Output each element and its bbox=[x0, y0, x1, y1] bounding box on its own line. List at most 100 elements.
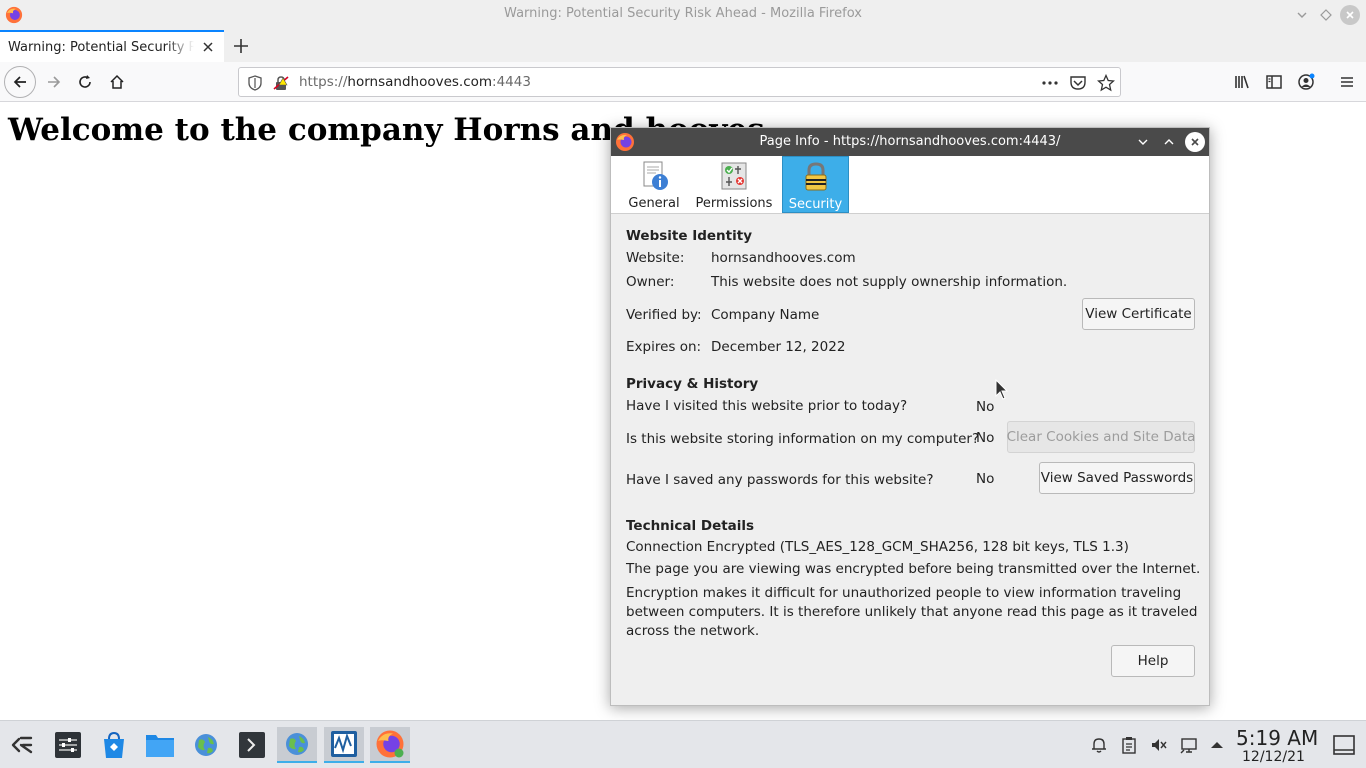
chevron-down-icon bbox=[1138, 139, 1148, 145]
window-title: Warning: Potential Security Risk Ahead -… bbox=[504, 6, 862, 21]
navigation-toolbar: https://hornsandhooves.com:4443 bbox=[0, 62, 1366, 102]
passwords-question: Have I saved any passwords for this webs… bbox=[626, 472, 934, 488]
close-icon bbox=[1191, 138, 1199, 146]
dialog-title: Page Info - https://hornsandhooves.com:4… bbox=[759, 134, 1061, 149]
url-bar[interactable]: https://hornsandhooves.com:4443 bbox=[238, 67, 1121, 97]
home-icon bbox=[110, 74, 124, 89]
tab-warning[interactable]: Warning: Potential Security Ri bbox=[0, 30, 224, 62]
library-icon bbox=[1235, 75, 1249, 89]
expires-on-value: December 12, 2022 bbox=[711, 339, 846, 355]
taskbar-file-manager[interactable] bbox=[140, 727, 180, 763]
dialog-minimize-button[interactable] bbox=[1133, 132, 1153, 152]
firefox-logo-icon bbox=[376, 730, 404, 758]
tab-permissions[interactable]: Permissions bbox=[695, 156, 773, 213]
encryption-summary-text: The page you are viewing was encrypted b… bbox=[626, 561, 1201, 577]
back-button[interactable] bbox=[4, 66, 36, 98]
tab-security-label: Security bbox=[788, 197, 843, 212]
dialog-maximize-button[interactable] bbox=[1159, 132, 1179, 152]
chevron-down-icon bbox=[1297, 12, 1307, 18]
shield-icon[interactable] bbox=[247, 75, 263, 91]
verified-by-value: Company Name bbox=[711, 307, 820, 323]
chevron-up-icon bbox=[1164, 139, 1174, 145]
insecure-lock-icon[interactable] bbox=[273, 75, 289, 91]
tab-general-label: General bbox=[628, 196, 680, 211]
taskbar-terminal[interactable] bbox=[232, 727, 272, 763]
clock-time[interactable]: 5:19 AM bbox=[1236, 726, 1318, 750]
sidebar-icon bbox=[1266, 75, 1282, 89]
taskbar-browser-window[interactable] bbox=[277, 727, 317, 763]
encryption-explanation-text: Encryption makes it difficult for unauth… bbox=[626, 585, 1198, 639]
tab-general[interactable]: General bbox=[625, 156, 683, 213]
url-host: hornsandhooves.com bbox=[347, 74, 493, 90]
visited-answer: No bbox=[976, 399, 995, 415]
volume-muted-icon[interactable] bbox=[1150, 736, 1168, 754]
taskbar-discover[interactable] bbox=[94, 727, 134, 763]
taskbar-firefox[interactable] bbox=[370, 727, 410, 763]
clear-cookies-button[interactable]: Clear Cookies and Site Data bbox=[1007, 421, 1195, 453]
tab-permissions-label: Permissions bbox=[695, 196, 773, 211]
new-tab-icon[interactable] bbox=[230, 35, 252, 57]
dialog-close-button[interactable] bbox=[1185, 132, 1205, 152]
clipboard-icon[interactable] bbox=[1120, 736, 1138, 754]
arrow-right-icon bbox=[48, 76, 61, 88]
taskbar: 5:19 AM 12/12/21 bbox=[0, 720, 1366, 768]
reload-icon bbox=[79, 75, 91, 88]
taskbar-web-browser[interactable] bbox=[186, 727, 226, 763]
view-certificate-button[interactable]: View Certificate bbox=[1082, 298, 1195, 330]
dialog-titlebar[interactable]: Page Info - https://hornsandhooves.com:4… bbox=[611, 128, 1209, 156]
owner-label: Owner: bbox=[626, 274, 675, 290]
more-actions-icon[interactable] bbox=[1041, 74, 1059, 92]
website-value: hornsandhooves.com bbox=[711, 250, 856, 266]
launcher-icon bbox=[11, 736, 33, 754]
show-desktop-icon[interactable] bbox=[1332, 733, 1356, 757]
hamburger-menu-icon bbox=[1341, 77, 1353, 87]
network-icon[interactable] bbox=[1180, 736, 1198, 754]
home-button[interactable] bbox=[103, 68, 131, 96]
pocket-icon[interactable] bbox=[1069, 74, 1087, 92]
url-text: https://hornsandhooves.com:4443 bbox=[299, 74, 531, 90]
expand-tray-icon[interactable] bbox=[1208, 736, 1226, 754]
forward-button[interactable] bbox=[40, 68, 68, 96]
tab-strip: Warning: Potential Security Ri bbox=[0, 30, 1366, 62]
permissions-icon bbox=[721, 162, 747, 190]
visited-question: Have I visited this website prior to tod… bbox=[626, 398, 908, 414]
view-saved-passwords-button[interactable]: View Saved Passwords bbox=[1039, 462, 1195, 494]
application-launcher-button[interactable] bbox=[2, 727, 42, 763]
help-button[interactable]: Help bbox=[1111, 645, 1195, 677]
clock-date[interactable]: 12/12/21 bbox=[1242, 749, 1305, 765]
window-close-button[interactable] bbox=[1340, 5, 1360, 25]
mouse-cursor-icon bbox=[995, 379, 1009, 400]
library-button[interactable] bbox=[1228, 68, 1256, 96]
system-monitor-icon bbox=[331, 731, 357, 757]
reload-button[interactable] bbox=[71, 68, 99, 96]
connection-encrypted-text: Connection Encrypted (TLS_AES_128_GCM_SH… bbox=[626, 539, 1129, 555]
privacy-history-heading: Privacy & History bbox=[626, 376, 759, 392]
close-icon bbox=[1346, 11, 1354, 19]
app-menu-button[interactable] bbox=[1333, 68, 1361, 96]
technical-details-heading: Technical Details bbox=[626, 518, 755, 534]
globe-icon bbox=[195, 734, 217, 756]
tab-close-icon[interactable] bbox=[200, 39, 216, 55]
expires-on-label: Expires on: bbox=[626, 339, 702, 355]
security-panel: Website Identity Website: hornsandhooves… bbox=[611, 214, 1209, 706]
website-label: Website: bbox=[626, 250, 685, 266]
sidebar-button[interactable] bbox=[1260, 68, 1288, 96]
tab-security[interactable]: Security bbox=[782, 156, 849, 213]
notifications-icon[interactable] bbox=[1090, 736, 1108, 754]
globe-icon bbox=[286, 733, 308, 755]
minimize-button[interactable] bbox=[1292, 5, 1312, 25]
arrow-left-icon bbox=[13, 76, 26, 88]
verified-by-label: Verified by: bbox=[626, 307, 702, 323]
maximize-button[interactable] bbox=[1316, 5, 1336, 25]
bookmark-star-icon[interactable] bbox=[1097, 74, 1115, 92]
page-info-dialog: Page Info - https://hornsandhooves.com:4… bbox=[610, 127, 1210, 706]
account-button[interactable] bbox=[1292, 68, 1320, 96]
padlock-icon bbox=[805, 162, 826, 191]
account-icon bbox=[1298, 73, 1315, 90]
info-icon bbox=[643, 161, 668, 190]
taskbar-system-monitor[interactable] bbox=[324, 727, 364, 763]
diamond-icon bbox=[1320, 9, 1332, 21]
owner-value: This website does not supply ownership i… bbox=[711, 274, 1068, 290]
taskbar-system-settings[interactable] bbox=[48, 727, 88, 763]
passwords-answer: No bbox=[976, 471, 995, 487]
